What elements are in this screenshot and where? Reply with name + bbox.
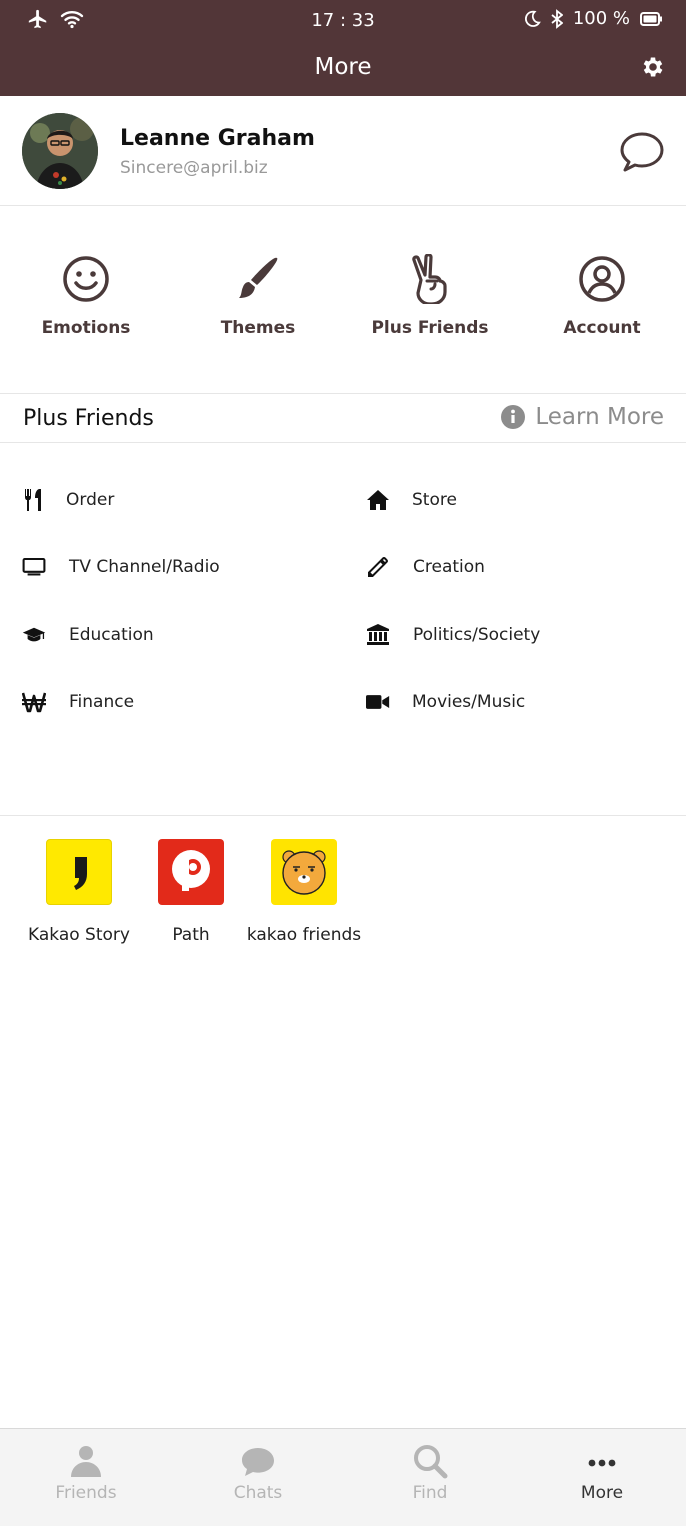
peace-hand-icon <box>412 254 447 304</box>
app-kakao-story[interactable]: Kakao Story <box>19 839 139 945</box>
learn-more-label: Learn More <box>535 404 664 430</box>
avatar[interactable] <box>22 113 98 189</box>
path-icon <box>158 839 224 905</box>
category-label: Education <box>69 625 154 645</box>
profile-email: Sincere@april.biz <box>120 158 268 178</box>
bottom-tab-bar: Friends Chats Find More <box>0 1428 686 1526</box>
bluetooth-icon <box>551 8 563 29</box>
section-title: Plus Friends <box>23 406 154 431</box>
plus-friends-header: Plus Friends Learn More <box>0 395 686 443</box>
category-tv-channel-radio[interactable]: TV Channel/Radio <box>22 555 220 579</box>
landmark-icon <box>367 624 389 645</box>
tab-friends[interactable]: Friends <box>0 1429 172 1526</box>
quick-item-label: Emotions <box>41 318 131 338</box>
learn-more-link[interactable]: Learn More <box>501 404 664 430</box>
quick-item-label: Plus Friends <box>371 318 489 338</box>
info-icon <box>501 405 526 429</box>
app-label: kakao friends <box>246 925 362 945</box>
more-dots-icon <box>588 1459 616 1467</box>
profile-section[interactable]: Leanne Graham Sincere@april.biz <box>0 96 686 206</box>
category-label: Finance <box>69 692 135 712</box>
search-icon <box>414 1445 448 1479</box>
battery-icon <box>640 11 662 26</box>
kakao-story-icon <box>46 839 112 905</box>
user-circle-icon <box>579 256 625 302</box>
category-education[interactable]: Education <box>22 623 154 647</box>
category-store[interactable]: Store <box>366 488 457 512</box>
gear-icon[interactable] <box>640 54 666 80</box>
tab-chats[interactable]: Chats <box>172 1429 344 1526</box>
category-label: Politics/Society <box>413 625 541 645</box>
video-camera-icon <box>366 695 390 709</box>
category-finance[interactable]: Finance <box>22 690 134 714</box>
app-path[interactable]: Path <box>131 839 251 945</box>
chat-bubble-icon <box>242 1448 274 1476</box>
speech-bubble-icon[interactable] <box>618 130 666 174</box>
tab-find[interactable]: Find <box>344 1429 516 1526</box>
quick-item-themes[interactable]: Themes <box>172 254 344 338</box>
kakao-friends-icon <box>271 839 337 905</box>
quick-item-label: Themes <box>220 318 296 338</box>
category-movies-music[interactable]: Movies/Music <box>366 690 525 714</box>
quick-item-plus-friends[interactable]: Plus Friends <box>344 254 516 338</box>
person-icon <box>71 1446 101 1477</box>
quick-item-account[interactable]: Account <box>516 254 686 338</box>
quick-item-emotions[interactable]: Emotions <box>0 254 172 338</box>
app-label: Kakao Story <box>28 925 130 945</box>
app-kakao-friends[interactable]: kakao friends <box>244 839 364 945</box>
section-divider <box>0 815 686 816</box>
pencil-icon <box>368 557 388 577</box>
tab-label: More <box>580 1483 624 1503</box>
tab-more[interactable]: More <box>516 1429 686 1526</box>
category-creation[interactable]: Creation <box>366 555 485 579</box>
smile-icon <box>63 256 109 302</box>
page-title: More <box>314 54 372 80</box>
avatar-photo <box>22 113 98 189</box>
top-bar: 17 : 33 100 % More <box>0 0 686 96</box>
quick-menu: Emotions Themes Plus Friends Account <box>0 206 686 394</box>
quick-item-label: Account <box>563 318 641 338</box>
category-label: TV Channel/Radio <box>69 557 220 577</box>
tab-label: Find <box>412 1483 448 1503</box>
category-politics-society[interactable]: Politics/Society <box>366 623 540 647</box>
app-label: Path <box>172 925 210 945</box>
profile-name: Leanne Graham <box>120 126 315 151</box>
paintbrush-icon <box>239 257 278 298</box>
utensils-icon <box>25 489 41 511</box>
battery-percent: 100 % <box>572 8 630 29</box>
tab-label: Chats <box>233 1483 283 1503</box>
category-label: Movies/Music <box>412 692 526 712</box>
category-label: Order <box>66 490 115 510</box>
graduation-cap-icon <box>22 627 46 642</box>
category-label: Creation <box>413 557 485 577</box>
category-label: Store <box>412 490 457 510</box>
status-bar: 17 : 33 100 % <box>0 0 686 40</box>
tv-icon <box>22 557 46 576</box>
home-icon <box>367 490 389 510</box>
moon-icon <box>524 10 541 27</box>
category-order[interactable]: Order <box>22 488 114 512</box>
tab-label: Friends <box>55 1483 117 1503</box>
won-sign-icon <box>22 692 46 713</box>
